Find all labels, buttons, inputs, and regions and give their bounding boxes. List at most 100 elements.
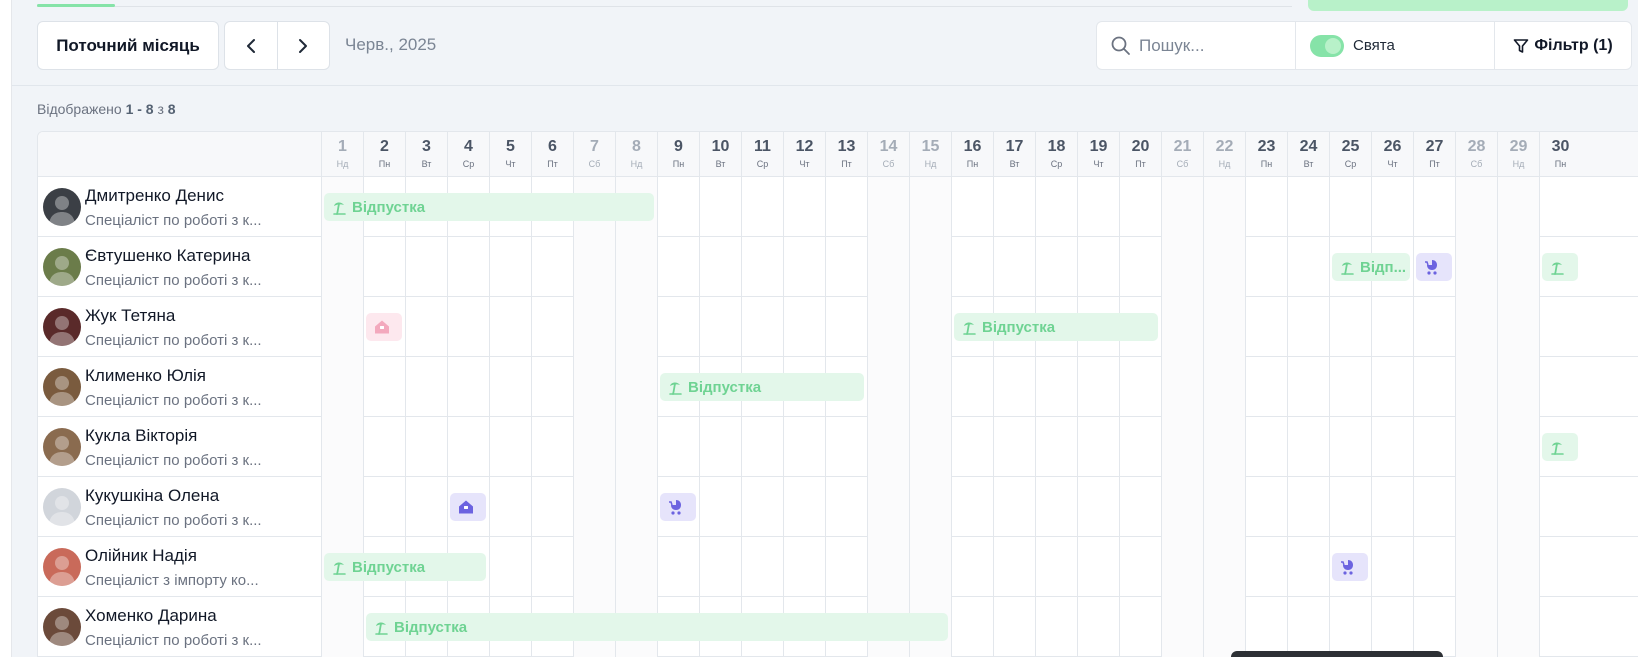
day-cell[interactable] (363, 237, 405, 297)
day-cell[interactable] (1287, 297, 1329, 357)
day-cell[interactable] (1161, 597, 1203, 657)
day-cell[interactable] (867, 177, 909, 237)
day-cell[interactable] (1497, 597, 1539, 657)
day-cell[interactable] (951, 537, 993, 597)
day-cell[interactable] (1413, 357, 1455, 417)
day-cell[interactable] (1161, 477, 1203, 537)
day-cell[interactable] (867, 237, 909, 297)
day-cell[interactable] (741, 297, 783, 357)
day-cell[interactable] (1497, 417, 1539, 477)
day-cell[interactable] (867, 477, 909, 537)
day-cell[interactable] (489, 237, 531, 297)
day-cell[interactable] (1119, 597, 1161, 657)
day-cell[interactable] (1119, 417, 1161, 477)
filter-button[interactable]: Фільтр (1) (1495, 22, 1631, 69)
day-cell[interactable] (1245, 597, 1287, 657)
day-cell[interactable] (531, 537, 573, 597)
day-cell[interactable] (1077, 237, 1119, 297)
day-cell[interactable] (447, 297, 489, 357)
day-cell[interactable] (783, 177, 825, 237)
previous-month-button[interactable] (225, 22, 277, 69)
day-cell[interactable] (783, 297, 825, 357)
day-cell[interactable] (657, 297, 699, 357)
day-cell[interactable] (1329, 357, 1371, 417)
day-cell[interactable] (363, 417, 405, 477)
day-cell[interactable] (447, 237, 489, 297)
day-cell[interactable] (909, 237, 951, 297)
day-cell[interactable] (951, 357, 993, 417)
vacation-bar[interactable] (1542, 253, 1578, 281)
day-cell[interactable] (1455, 597, 1497, 657)
day-cell[interactable] (321, 237, 363, 297)
day-cell[interactable] (1413, 537, 1455, 597)
day-cell[interactable] (1413, 597, 1455, 657)
day-cell[interactable] (1035, 537, 1077, 597)
day-cell[interactable] (573, 297, 615, 357)
day-cell[interactable] (321, 357, 363, 417)
day-cell[interactable] (825, 537, 867, 597)
day-cell[interactable] (1371, 297, 1413, 357)
day-cell[interactable] (615, 417, 657, 477)
day-cell[interactable] (1119, 357, 1161, 417)
day-cell[interactable] (1455, 177, 1497, 237)
child-leave-bar[interactable] (1416, 253, 1452, 281)
day-cell[interactable] (1497, 237, 1539, 297)
day-cell[interactable] (909, 177, 951, 237)
day-cell[interactable] (1035, 477, 1077, 537)
day-cell[interactable] (783, 237, 825, 297)
day-cell[interactable] (1371, 477, 1413, 537)
day-cell[interactable] (405, 357, 447, 417)
day-cell[interactable] (489, 357, 531, 417)
day-cell[interactable] (1203, 237, 1245, 297)
day-cell[interactable] (909, 357, 951, 417)
day-cell[interactable] (615, 357, 657, 417)
day-cell[interactable] (993, 417, 1035, 477)
day-cell[interactable] (699, 537, 741, 597)
avatar[interactable] (43, 548, 81, 586)
vacation-bar[interactable]: Відпустка (954, 313, 1158, 341)
day-cell[interactable] (867, 357, 909, 417)
day-cell[interactable] (909, 537, 951, 597)
day-cell[interactable] (1287, 477, 1329, 537)
day-cell[interactable] (825, 237, 867, 297)
day-cell[interactable] (741, 537, 783, 597)
day-cell[interactable] (531, 357, 573, 417)
day-cell[interactable] (657, 237, 699, 297)
day-cell[interactable] (1245, 417, 1287, 477)
day-cell[interactable] (1077, 597, 1119, 657)
day-cell[interactable] (951, 417, 993, 477)
day-cell[interactable] (1455, 477, 1497, 537)
day-cell[interactable] (573, 537, 615, 597)
employee-name[interactable]: Євтушенко Катерина (85, 246, 250, 266)
day-cell[interactable] (531, 237, 573, 297)
avatar[interactable] (43, 308, 81, 346)
day-cell[interactable] (1245, 357, 1287, 417)
day-cell[interactable] (573, 477, 615, 537)
day-cell[interactable] (1329, 417, 1371, 477)
day-cell[interactable] (825, 417, 867, 477)
day-cell[interactable] (1497, 477, 1539, 537)
day-cell[interactable] (1329, 177, 1371, 237)
day-cell[interactable] (1497, 177, 1539, 237)
day-cell[interactable] (1035, 177, 1077, 237)
employee-name[interactable]: Кукла Вікторія (85, 426, 197, 446)
day-cell[interactable] (321, 417, 363, 477)
day-cell[interactable] (1161, 357, 1203, 417)
day-cell[interactable] (1077, 177, 1119, 237)
day-cell[interactable] (1329, 597, 1371, 657)
day-cell[interactable] (951, 477, 993, 537)
day-cell[interactable] (699, 297, 741, 357)
day-cell[interactable] (1455, 537, 1497, 597)
day-cell[interactable] (489, 297, 531, 357)
day-cell[interactable] (1035, 357, 1077, 417)
day-cell[interactable] (615, 297, 657, 357)
day-cell[interactable] (1203, 537, 1245, 597)
day-cell[interactable] (909, 417, 951, 477)
day-cell[interactable] (1413, 177, 1455, 237)
day-cell[interactable] (1497, 537, 1539, 597)
day-cell[interactable] (1287, 177, 1329, 237)
day-cell[interactable] (1539, 597, 1581, 657)
day-cell[interactable] (447, 357, 489, 417)
day-cell[interactable] (1371, 537, 1413, 597)
remote-work-bar[interactable] (366, 313, 402, 341)
